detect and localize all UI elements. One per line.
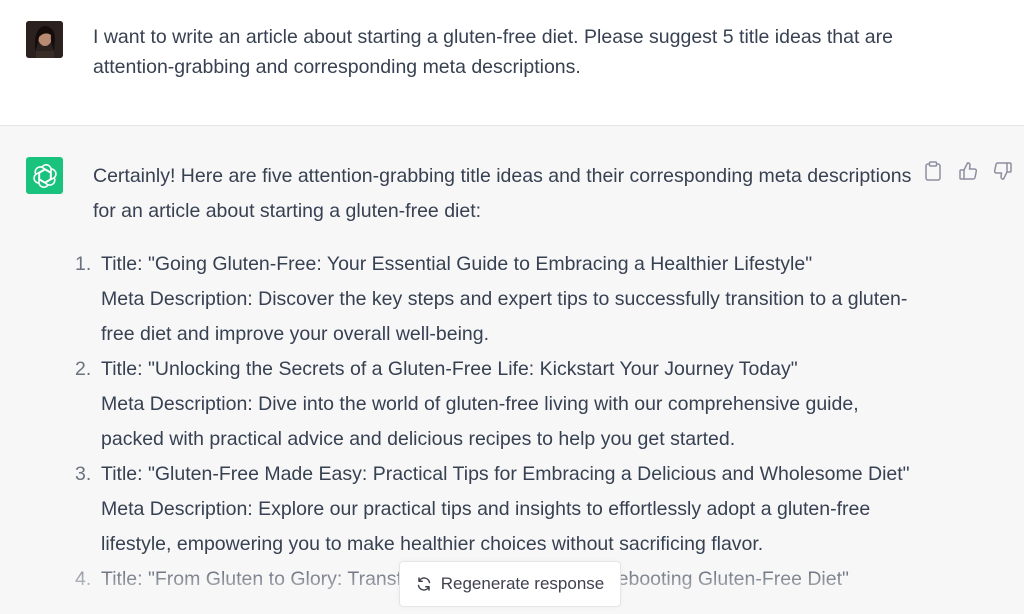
list-number: 4. [75,568,92,590]
thumbs-down-icon[interactable] [992,160,1014,182]
list-number: 1. [75,253,92,275]
item-title: Title: "Gluten-Free Made Easy: Practical… [101,463,910,485]
list-number: 2. [75,358,92,380]
refresh-icon [417,577,430,591]
item-title: Title: "Going Gluten-Free: Your Essentia… [101,253,813,275]
list-number: 3. [75,463,92,485]
item-meta: Meta Description: Discover the key steps… [101,288,908,345]
title-ideas-list: 1. Title: "Going Gluten-Free: Your Essen… [75,247,913,597]
list-item: 3. Title: "Gluten-Free Made Easy: Practi… [75,457,913,562]
assistant-intro: Certainly! Here are five attention-grabb… [93,165,912,222]
regenerate-response-button[interactable]: Regenerate response [399,561,621,607]
regenerate-label: Regenerate response [440,574,605,593]
thumbs-up-icon[interactable] [957,160,979,182]
user-avatar-photo [26,21,63,58]
user-message-text: I want to write an article about startin… [93,26,893,78]
user-message-row: I want to write an article about startin… [0,0,1024,126]
list-item: 2. Title: "Unlocking the Secrets of a Gl… [75,352,913,457]
list-item: 1. Title: "Going Gluten-Free: Your Essen… [75,247,913,352]
assistant-message-row: Certainly! Here are five attention-grabb… [0,126,1024,614]
item-title: Title: "Unlocking the Secrets of a Glute… [101,358,798,380]
chatgpt-logo-icon [26,157,63,194]
item-meta: Meta Description: Explore our practical … [101,498,871,555]
assistant-message-body: Certainly! Here are five attention-grabb… [75,159,913,597]
clipboard-icon[interactable] [922,160,944,182]
user-avatar [26,21,63,58]
item-meta: Meta Description: Dive into the world of… [101,393,859,450]
message-actions [922,160,1014,182]
